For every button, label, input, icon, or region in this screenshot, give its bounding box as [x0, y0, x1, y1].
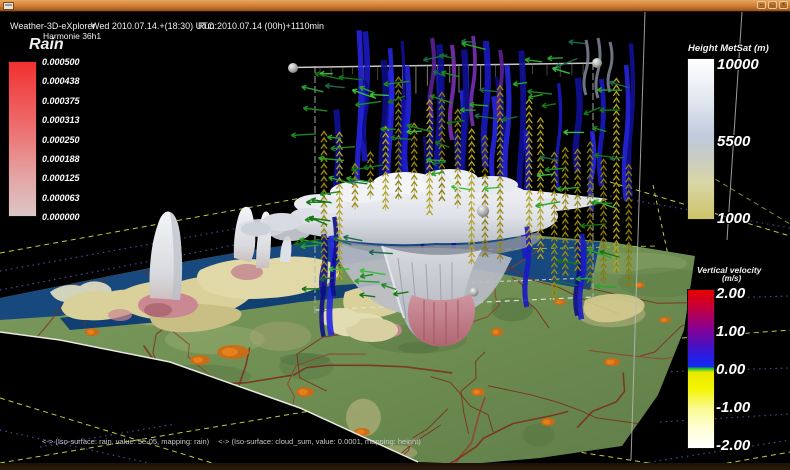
- height-colorbar: [687, 58, 715, 220]
- velocity-tick-label: -2.00: [716, 437, 751, 454]
- window-menu-icon[interactable]: [3, 2, 14, 10]
- app-title: Weather-3D-eXplorer: [10, 21, 96, 31]
- maximize-button[interactable]: □: [768, 1, 777, 9]
- minimize-button[interactable]: –: [757, 1, 766, 9]
- window-bottom-border: [0, 463, 790, 470]
- window-titlebar[interactable]: – □ ×: [0, 0, 790, 12]
- velocity-tick-label: -1.00: [716, 399, 751, 416]
- rain-tick-label: 0.000188: [42, 154, 80, 164]
- scene-3d-viewport[interactable]: [0, 11, 790, 463]
- rain-tick-label: 0.000250: [42, 134, 80, 145]
- app-window: – □ × Weather-3D-eXplorer Wed 2010.07.14.+…: [0, 0, 790, 470]
- plane-base-handle[interactable]: [469, 287, 479, 297]
- height-tick-label: 10000: [717, 56, 759, 73]
- valid-time: Wed 2010.07.14.+(18:30) UTC: [91, 21, 215, 31]
- velocity-tick-label: 2.00: [716, 285, 746, 302]
- plane-corner-handle-right[interactable]: [592, 58, 602, 68]
- rain-tick-label: 0.000500: [42, 57, 80, 67]
- run-info: Run:2010.07.14 (00h)+1110min: [198, 21, 325, 31]
- velocity-colorbar: [687, 289, 715, 449]
- close-button[interactable]: ×: [779, 1, 788, 9]
- status-isosurface-cloud: <-> (Iso-surface: cloud_sum, value: 0.00…: [218, 437, 421, 446]
- rain-tick-label: 0.000125: [42, 173, 80, 184]
- rain-tick-label: 0.000375: [42, 95, 80, 106]
- velocity-tick-label: 1.00: [716, 323, 746, 340]
- window-controls: – □ ×: [757, 1, 788, 9]
- height-tick-label: 5500: [717, 133, 751, 150]
- rain-tick-label: 0.000063: [42, 192, 80, 203]
- probe-handle-sphere[interactable]: [477, 205, 489, 217]
- rain-colorbar: [8, 61, 37, 217]
- rain-legend-title: Rain: [29, 36, 64, 53]
- rain-tick-label: 0.000000: [42, 212, 80, 223]
- status-bar: <-> (Iso-surface: rain, value: 5e-05, ma…: [42, 437, 421, 446]
- velocity-tick-label: 0.00: [716, 361, 746, 378]
- rain-tick-label: 0.000438: [42, 76, 80, 87]
- plane-corner-handle-left[interactable]: [288, 63, 298, 73]
- velocity-legend-unit: (m/s): [722, 274, 742, 283]
- height-legend-title: Height MetSat (m): [688, 43, 769, 54]
- height-tick-label: 1000: [717, 210, 751, 227]
- rain-tick-label: 0.000313: [42, 115, 80, 126]
- status-isosurface-rain: <-> (Iso-surface: rain, value: 5e-05, ma…: [42, 437, 210, 446]
